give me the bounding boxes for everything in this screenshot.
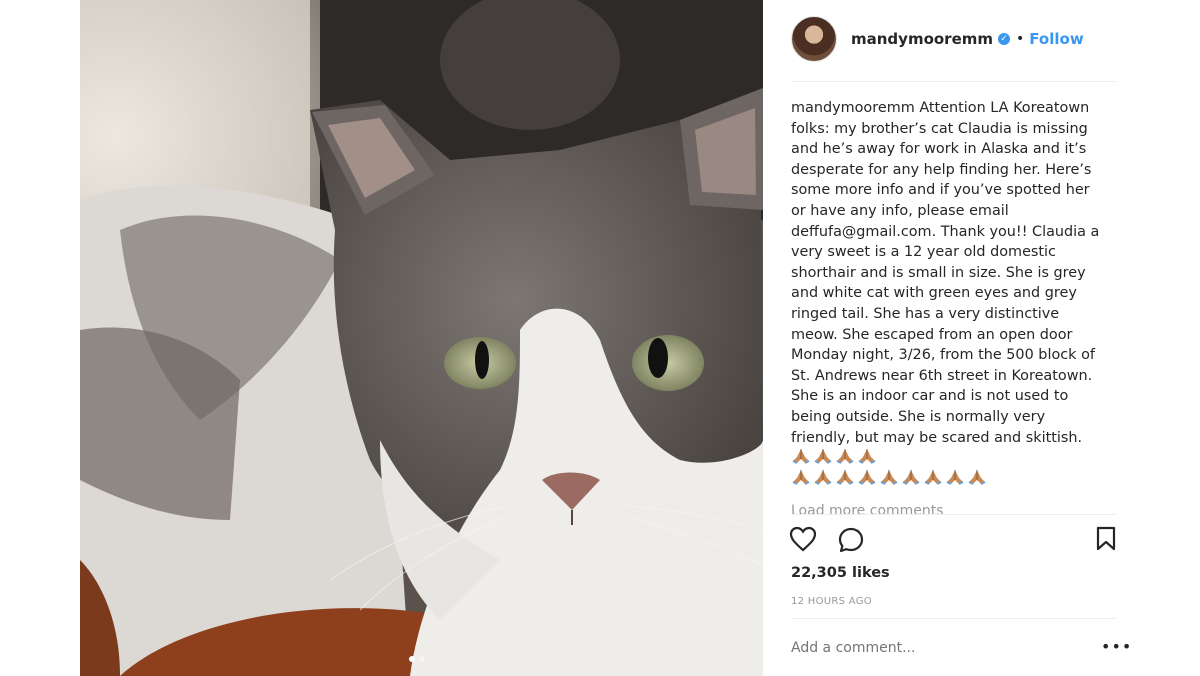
folded-hands-icon (792, 469, 810, 485)
carousel-indicator (409, 656, 425, 662)
username[interactable]: mandymooremm (851, 30, 993, 48)
follow-button[interactable]: Follow (1029, 30, 1083, 48)
verified-icon: ✓ (998, 33, 1011, 45)
folded-hands-icon (968, 469, 986, 485)
timestamp-divider (791, 618, 1117, 619)
avatar[interactable] (791, 16, 837, 62)
folded-hands-icon (814, 469, 832, 485)
post-side-panel: mandymooremm ✓ • Follow mandymooremm Att… (763, 0, 1143, 676)
action-bar (789, 526, 1119, 556)
likes-count[interactable]: 22,305 likes (791, 565, 890, 581)
emoji-row (791, 469, 989, 487)
folded-hands-icon (836, 469, 854, 485)
folded-hands-icon (924, 469, 942, 485)
caption-username[interactable]: mandymooremm (791, 100, 915, 116)
post-caption: mandymooremm Attention LA Koreatown folk… (791, 98, 1103, 489)
cat-image (80, 0, 763, 676)
heart-icon[interactable] (789, 526, 817, 552)
folded-hands-icon (902, 469, 920, 485)
folded-hands-icon (858, 449, 876, 464)
post-timestamp: 12 HOURS AGO (791, 596, 872, 607)
post-header: mandymooremm ✓ • Follow (791, 16, 1117, 62)
carousel-dot-active (409, 656, 415, 662)
folded-hands-icon (858, 469, 876, 485)
folded-hands-icon (792, 449, 810, 464)
more-icon[interactable]: ••• (1101, 639, 1132, 655)
separator-dot: • (1016, 31, 1025, 47)
carousel-dot (419, 656, 425, 662)
post-photo[interactable] (80, 0, 763, 676)
comment-input[interactable] (791, 640, 1071, 656)
folded-hands-icon (880, 469, 898, 485)
caption-text: Attention LA Koreatown folks: my brother… (791, 100, 1100, 446)
comments-divider (791, 514, 1117, 515)
header-divider (791, 81, 1117, 82)
comment-icon[interactable] (837, 526, 865, 554)
bookmark-icon[interactable] (1095, 526, 1117, 552)
folded-hands-icon (814, 449, 832, 464)
folded-hands-icon (946, 469, 964, 485)
emoji-inline-group (791, 449, 879, 466)
folded-hands-icon (836, 449, 854, 464)
